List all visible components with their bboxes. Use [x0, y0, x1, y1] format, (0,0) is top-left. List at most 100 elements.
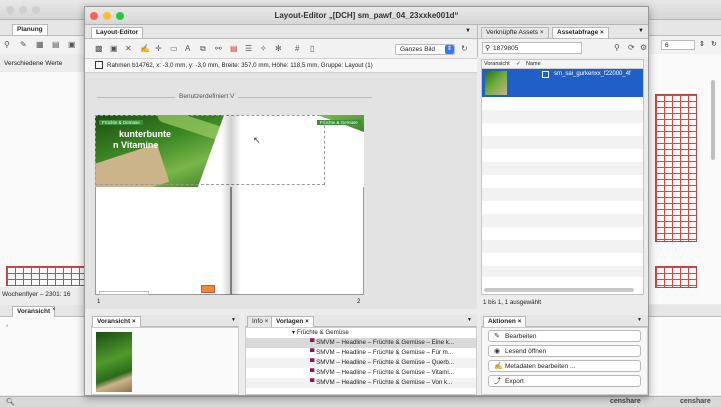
main-window: Layout-Editor „[DCH] sm_pawf_04_23xxke00… — [84, 6, 649, 396]
right-lower-header — [649, 305, 721, 317]
chevron-down-icon[interactable]: ▼ — [637, 317, 642, 323]
export-button[interactable]: ⤴ Export — [488, 375, 641, 387]
bg-close-button[interactable] — [6, 6, 14, 14]
tab-assetabfrage-label: Assetabfrage — [557, 29, 599, 36]
search-icon: ⚲ — [485, 45, 491, 52]
col-name[interactable]: Name — [526, 60, 541, 69]
bg-minimize-button[interactable] — [19, 6, 27, 14]
tab-verknuepfte-assets[interactable]: Verknüpfte Assets × — [481, 27, 549, 38]
selection-frame[interactable] — [95, 115, 325, 185]
tab-info[interactable]: Info × — [247, 316, 274, 327]
lesend-oeffnen-button[interactable]: ◉ Lesend öffnen — [488, 345, 641, 357]
more-icon[interactable]: ▣ — [68, 41, 76, 49]
gear-icon[interactable]: ⚙ — [640, 44, 647, 52]
image-file-icon — [542, 71, 549, 78]
planung-page-thumb — [6, 266, 86, 286]
print-icon[interactable]: ▣ — [110, 45, 118, 53]
aktionen-header: Aktionen × ▼ — [481, 315, 648, 327]
asset-search-value: 1879805 — [493, 45, 519, 52]
edit-icon[interactable]: ✎ — [20, 41, 27, 49]
page-gutter — [221, 115, 241, 295]
edit-metadata-icon: ✍ — [494, 363, 503, 370]
vorlagen-list: ▾ Früchte & Gemüse ▀ SMVM – Headline – F… — [245, 327, 477, 395]
search-go-icon[interactable]: ⚲ — [614, 44, 620, 52]
bg-zoom-button[interactable] — [32, 6, 40, 14]
search-icon[interactable]: ⚲ — [4, 41, 10, 49]
tab-voransicht-label: Voransicht — [97, 318, 131, 325]
zoom-select-value: Ganzes Bild — [400, 46, 436, 53]
right-scrollbar[interactable] — [711, 80, 715, 160]
vorlagen-item[interactable]: ▀ SMVM – Headline – Früchte & Gemüse – F… — [246, 348, 476, 358]
tab-assetabfrage[interactable]: Assetabfrage × — [552, 27, 609, 38]
frame-info-text: Rahmen b14762, x: -3,0 mm, y: -3,0 mm, B… — [107, 62, 373, 69]
refresh-icon[interactable]: ↻ — [461, 45, 468, 53]
asset-search-input[interactable]: ⚲ 1879805 — [482, 42, 582, 54]
tab-voransicht-left[interactable]: Voransicht — [12, 306, 56, 317]
list-icon[interactable]: ☰ — [245, 45, 252, 53]
link-icon[interactable]: ⚯ — [215, 45, 222, 53]
frame-icon[interactable]: ▭ — [170, 45, 178, 53]
tab-layout-editor[interactable]: Layout-Editor — [91, 27, 144, 38]
vorlagen-item[interactable]: ▀ SMVM – Headline – Früchte & Gemüse – V… — [246, 378, 476, 388]
cursor-icon: ↖ — [253, 135, 261, 145]
vorlagen-item-label: SMVM – Headline – Früchte & Gemüse – Vit… — [316, 369, 454, 376]
planung-header: Planung — [0, 20, 88, 36]
asset-list-header: Voransicht ✓ Name — [482, 60, 643, 69]
text-icon[interactable]: A — [185, 45, 190, 53]
pdf-icon[interactable]: ▤ — [230, 45, 238, 53]
chevron-down-icon[interactable]: ▼ — [465, 28, 471, 34]
crosshair-icon[interactable]: ✛ — [155, 45, 162, 53]
delete-icon[interactable]: ✕ — [125, 45, 132, 53]
magic-icon[interactable]: ✧ — [260, 45, 267, 53]
col-check-icon: ✓ — [516, 61, 521, 67]
right-window: 6 ⇕ ↻ — [648, 20, 721, 396]
vorlagen-item[interactable]: ▀ SMVM – Headline – Früchte & Gemüse – Q… — [246, 358, 476, 368]
vorlagen-item[interactable]: ▀ SMVM – Headline – Früchte & Gemüse – E… — [246, 338, 476, 348]
asset-list: Voransicht ✓ Name sm_sai_gurkenxx_f22000… — [481, 59, 644, 295]
right-field[interactable]: 6 — [661, 40, 695, 50]
tab-aktionen-label: Aktionen — [488, 318, 516, 325]
chevron-down-icon[interactable]: ▼ — [231, 317, 236, 323]
bearbeiten-button[interactable]: ✎ Bearbeiten — [488, 330, 641, 342]
grid-icon[interactable]: ▦ — [36, 41, 44, 49]
tab-voransicht[interactable]: Voransicht × — [92, 316, 141, 327]
chevron-down-icon[interactable]: ▼ — [638, 28, 644, 34]
asset-status: 1 bis 1, 1 ausgewählt — [483, 299, 542, 306]
bottom-frame-left — [99, 291, 149, 295]
tab-aktionen[interactable]: Aktionen × — [483, 316, 527, 327]
close-icon[interactable]: × — [52, 307, 56, 313]
asset-row-selected[interactable]: sm_sai_gurkenxx_f22000_4f — [482, 69, 643, 97]
asset-list-hscroll[interactable] — [484, 288, 634, 292]
metadaten-button[interactable]: ✍ Metadaten bearbeiten ... — [488, 360, 641, 372]
tab-planung[interactable]: Planung — [12, 24, 48, 35]
orange-logo — [201, 285, 215, 293]
page-number-left: 1 — [97, 299, 101, 305]
group-icon[interactable]: ⧉ — [200, 45, 206, 53]
tab-info-label: Info — [252, 318, 263, 325]
voransicht-left-header: Voransicht × — [0, 305, 88, 317]
zoom-select[interactable]: Ganzes Bild ⇕ — [395, 44, 455, 55]
page-icon[interactable]: ▯ — [310, 45, 314, 53]
spread-label: Benutzerdefiniert V — [175, 93, 239, 100]
aktionen-area: ✎ Bearbeiten ◉ Lesend öffnen ✍ Metadaten be… — [481, 327, 648, 395]
hash-grid-icon[interactable]: # — [295, 45, 299, 53]
pen-icon[interactable]: ✍ — [140, 45, 150, 53]
stepper-icon[interactable]: ⇕ — [699, 40, 705, 48]
sync-icon[interactable]: ↻ — [711, 40, 717, 48]
tab-vorlagen-label: Vorlagen — [276, 318, 304, 325]
right-field-value: 6 — [665, 42, 669, 49]
assets-search-bar: ⚲ 1879805 ⚲ ⟳ ⚙ — [477, 39, 648, 57]
settings-icon[interactable]: ✻ — [275, 45, 282, 53]
vorlagen-folder[interactable]: ▾ Früchte & Gemüse — [246, 328, 476, 338]
col-voransicht[interactable]: Voransicht — [484, 60, 510, 69]
right-page-thumb — [655, 94, 697, 242]
tab-vorlagen[interactable]: Vorlagen × — [271, 316, 314, 327]
sync-icon[interactable]: ⟳ — [628, 44, 635, 52]
layout-icon[interactable]: ▤ — [52, 41, 60, 49]
layout-toolbar: ▩ ▣ ✕ ✍ ✛ ▭ A ⧉ ⚯ ▤ ☰ ✧ ✻ # ▯ Ganzes Bil… — [85, 39, 477, 59]
layout-canvas[interactable]: Benutzerdefiniert V Früchte & Gemüse Frü… — [85, 73, 477, 309]
vorlagen-item[interactable]: ▀ SMVM – Headline – Früchte & Gemüse – V… — [246, 368, 476, 378]
save-icon[interactable]: ▩ — [95, 45, 103, 53]
chevron-down-icon[interactable]: ▼ — [467, 317, 472, 323]
bearbeiten-label: Bearbeiten — [505, 333, 537, 340]
